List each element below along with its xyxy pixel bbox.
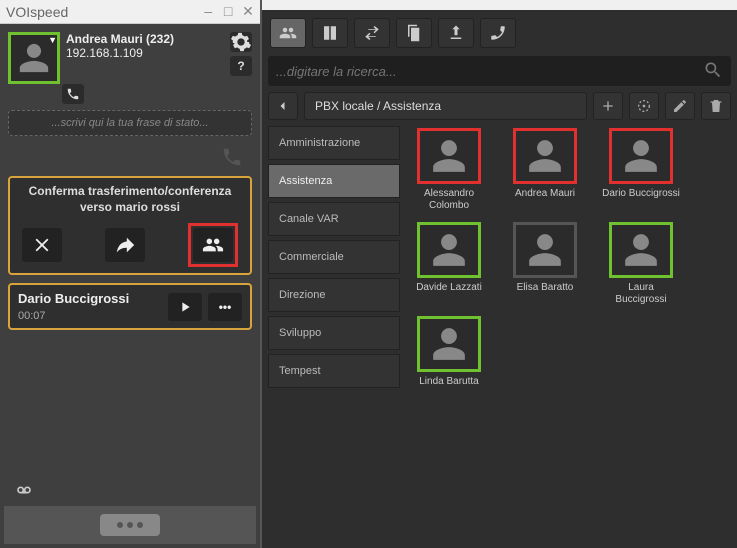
contacts-grid: Alessandro Colombo Andrea Mauri Dario Bucc… [408,126,731,542]
forward-transfer-button[interactable] [105,228,145,262]
group-item[interactable]: Direzione [268,278,400,312]
breadcrumb-row: PBX locale / Assistenza [268,92,731,120]
transfer-line2: verso mario rossi [16,200,244,216]
contact-avatar [609,222,673,278]
voicemail-icon[interactable] [12,482,36,501]
help-button[interactable]: ? [230,56,252,76]
group-item[interactable]: Tempest [268,354,400,388]
contact-avatar [609,128,673,184]
contact-card[interactable]: Alessandro Colombo [410,128,488,212]
expand-button[interactable] [100,514,160,536]
contact-name: Alessandro Colombo [410,188,488,212]
group-item[interactable]: Sviluppo [268,316,400,350]
settings-button[interactable] [230,32,252,52]
minimize-button[interactable]: – [202,3,214,19]
add-button[interactable] [593,92,623,120]
contact-card[interactable]: Davide Lazzati [410,222,488,306]
contact-avatar [513,222,577,278]
tab-chat[interactable] [396,18,432,48]
tab-transfers[interactable] [354,18,390,48]
call-more-button[interactable]: ••• [208,293,242,321]
bottom-bar [4,506,256,544]
contact-card[interactable]: Laura Buccigrossi [602,222,680,306]
window-titlebar: VOIspeed – □ ✕ [0,0,260,24]
call-timer: 00:07 [18,310,129,322]
user-avatar[interactable]: ▼ [8,32,60,84]
active-call-box: Dario Buccigrossi 00:07 ••• [8,283,252,330]
contact-card[interactable]: Linda Barutta [410,316,488,400]
conference-highlight [188,223,238,267]
tab-contacts[interactable] [270,18,306,48]
search-icon[interactable] [703,60,723,83]
transfer-line1: Conferma trasferimento/conferenza [16,184,244,200]
conference-button[interactable] [193,228,233,262]
group-item[interactable]: Canale VAR [268,202,400,236]
group-item[interactable]: Commerciale [268,240,400,274]
transfer-confirm-box: Conferma trasferimento/conferenza verso … [8,176,252,275]
target-button[interactable] [629,92,659,120]
hangup-icon[interactable] [218,146,246,170]
contact-name: Dario Buccigrossi [602,188,680,212]
tab-redial[interactable] [480,18,516,48]
back-button[interactable] [268,92,298,120]
search-input[interactable] [276,64,703,79]
tab-export[interactable] [438,18,474,48]
user-ip: 192.168.1.109 [66,46,224,60]
status-message-input[interactable]: ...scrivi qui la tua frase di stato... [8,110,252,136]
contact-name: Andrea Mauri [515,188,575,212]
tab-phonebook[interactable] [312,18,348,48]
cancel-transfer-button[interactable] [22,228,62,262]
contact-name: Laura Buccigrossi [602,282,680,306]
contact-card[interactable]: Andrea Mauri [506,128,584,212]
group-list: Amministrazione Assistenza Canale VAR Comme… [268,126,400,542]
toolbar [268,16,731,50]
breadcrumb[interactable]: PBX locale / Assistenza [304,92,587,120]
app-title: VOIspeed [6,4,68,20]
resume-call-button[interactable] [168,293,202,321]
group-item[interactable]: Amministrazione [268,126,400,160]
contact-name: Davide Lazzati [416,282,482,306]
contact-card[interactable]: Elisa Baratto [506,222,584,306]
group-item[interactable]: Assistenza [268,164,400,198]
contact-name: Linda Barutta [419,376,479,400]
status-dropdown-icon[interactable]: ▼ [48,35,57,45]
contact-card[interactable]: Dario Buccigrossi [602,128,680,212]
user-name: Andrea Mauri (232) [66,32,224,46]
delete-button[interactable] [701,92,731,120]
contact-avatar [417,128,481,184]
caller-name: Dario Buccigrossi [18,291,129,306]
search-row [268,56,731,86]
contact-name: Elisa Baratto [517,282,574,306]
current-user-card: ▼ Andrea Mauri (232) 192.168.1.109 ? [4,28,256,88]
contact-avatar [417,316,481,372]
edit-button[interactable] [665,92,695,120]
contact-avatar [513,128,577,184]
contact-avatar [417,222,481,278]
